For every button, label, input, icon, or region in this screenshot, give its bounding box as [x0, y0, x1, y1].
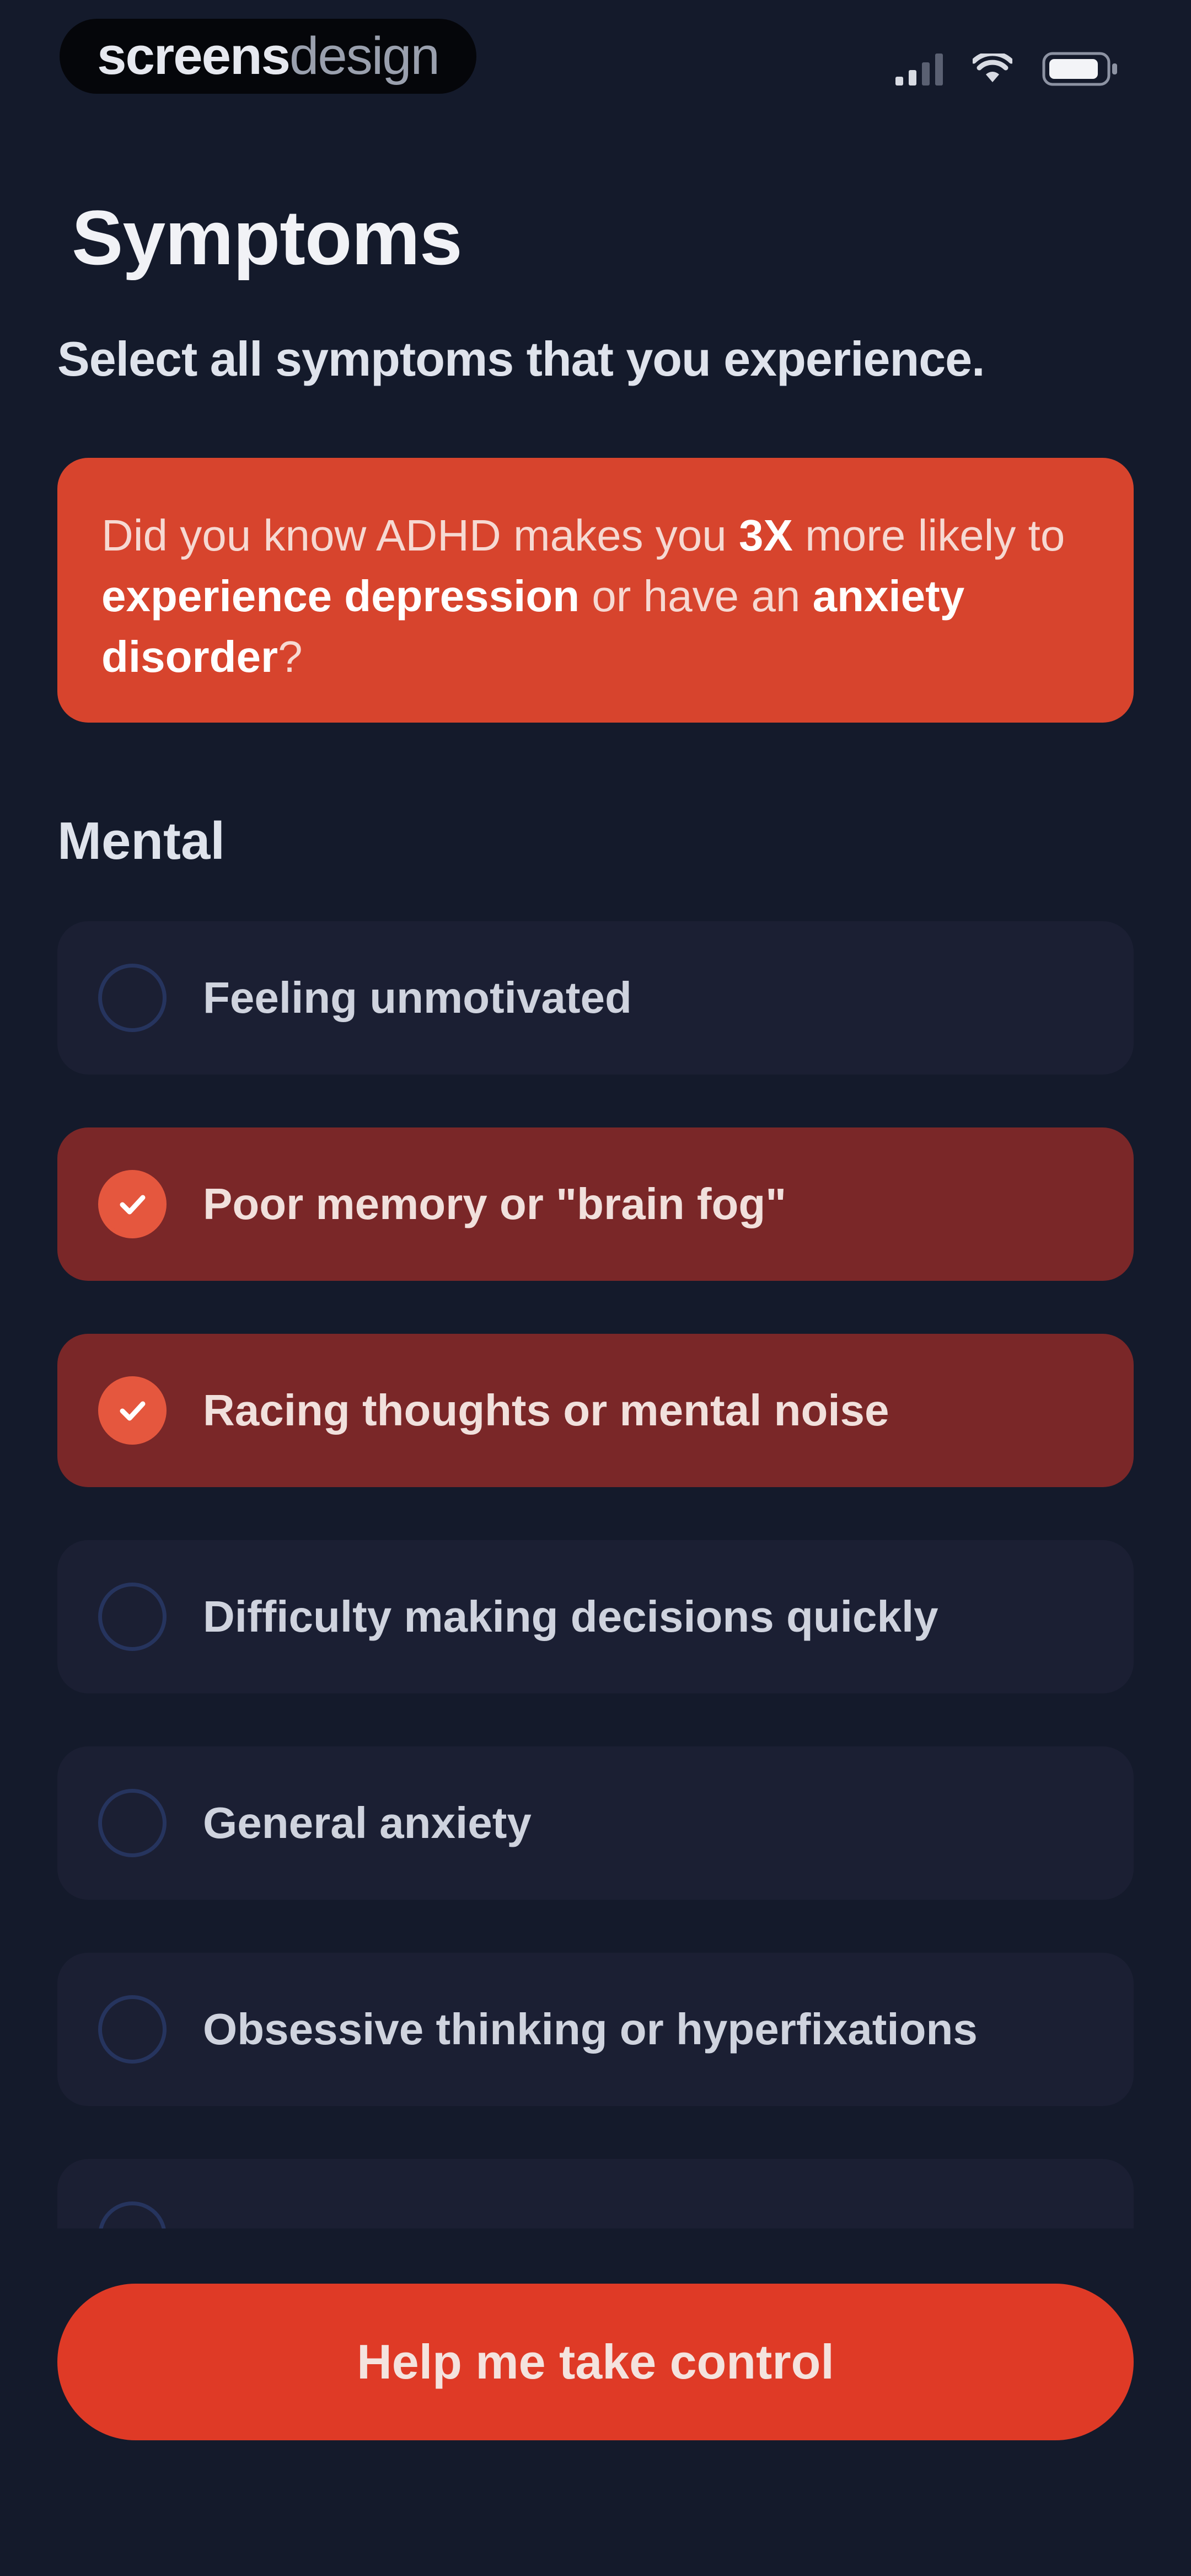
wifi-icon — [973, 54, 1012, 82]
help-me-take-control-button[interactable]: Help me take control — [57, 2284, 1134, 2440]
symptom-option[interactable]: Obsessive thinking or hyperfixations — [57, 1953, 1134, 2106]
section-label-mental: Mental — [57, 811, 226, 870]
page-subtitle: Select all symptoms that you experience. — [57, 332, 985, 386]
info-card-highlight: 3X — [739, 511, 793, 560]
info-card-highlight: experience depression — [101, 571, 580, 621]
symptom-label: Difficulty making decisions quickly — [203, 1592, 938, 1641]
symptom-option[interactable]: Difficulty making decisions quickly — [57, 1540, 1134, 1693]
adhd-fact-card: Did you know ADHD makes you 3X more like… — [57, 458, 1134, 723]
info-card-text: ? — [278, 632, 303, 681]
symptom-option[interactable]: Poor memory or "brain fog" — [57, 1127, 1134, 1281]
signal-icon — [895, 52, 943, 85]
symptom-list-viewport[interactable]: Feeling unmotivated Poor memory or "brain… — [0, 921, 1191, 2228]
radio-circle-icon[interactable] — [98, 1583, 167, 1651]
checkmark-icon[interactable] — [98, 1376, 167, 1445]
info-card-text: or have an — [580, 571, 813, 621]
info-card-text: more likely to — [792, 511, 1065, 560]
symptom-list: Feeling unmotivated Poor memory or "brain… — [57, 921, 1134, 2228]
symptom-label: Feeling unmotivated — [203, 973, 632, 1022]
brand-logo-light: design — [289, 26, 440, 85]
symptom-label: General anxiety — [203, 1798, 532, 1847]
checkmark-icon[interactable] — [98, 1170, 167, 1238]
symptom-label: Poor memory or "brain fog" — [203, 1179, 787, 1228]
radio-circle-icon[interactable] — [98, 2201, 167, 2228]
brand-logo-bold: screens — [97, 26, 291, 85]
symptom-label: Obsessive thinking or hyperfixations — [203, 2005, 978, 2054]
radio-circle-icon[interactable] — [98, 1789, 167, 1857]
symptom-option[interactable]: Racing thoughts or mental noise — [57, 1334, 1134, 1487]
page-title: Symptoms — [72, 194, 463, 281]
symptom-label: Racing thoughts or mental noise — [203, 1386, 889, 1435]
battery-icon — [1042, 52, 1117, 86]
radio-circle-icon[interactable] — [98, 964, 167, 1032]
info-card-text: Did you know ADHD makes you — [101, 511, 739, 560]
symptom-option[interactable] — [57, 2159, 1134, 2228]
radio-circle-icon[interactable] — [98, 1995, 167, 2064]
brand-logo: screens design — [60, 19, 476, 94]
status-bar: screens design — [0, 0, 1191, 110]
status-icons — [895, 44, 1119, 94]
symptom-option[interactable]: General anxiety — [57, 1746, 1134, 1900]
symptom-option[interactable]: Feeling unmotivated — [57, 921, 1134, 1075]
